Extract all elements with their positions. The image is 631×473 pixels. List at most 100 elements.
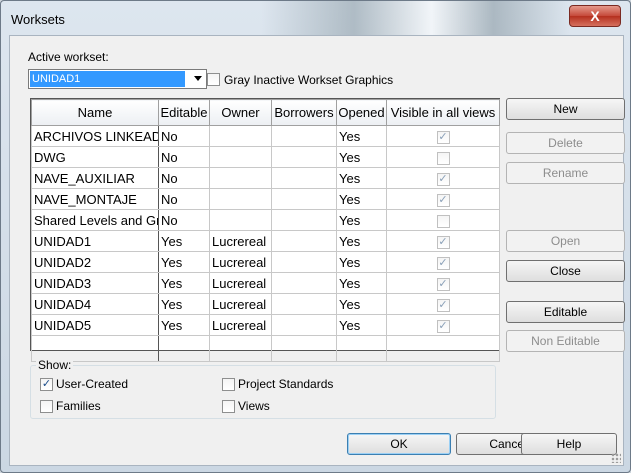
table-row[interactable]: UNIDAD3 Yes Lucrereal Yes ✓ — [31, 272, 500, 294]
visible-checkbox[interactable]: ✓ — [436, 298, 450, 312]
cell-borrowers[interactable] — [271, 272, 337, 294]
close-workset-button[interactable]: Close — [506, 260, 625, 282]
visible-checkbox[interactable]: ✓ — [436, 130, 450, 144]
cell-owner[interactable]: Lucrereal — [209, 293, 272, 315]
visible-checkbox[interactable]: ✓ — [436, 235, 450, 249]
delete-button[interactable]: Delete — [506, 132, 625, 154]
worksets-table: Name Editable Owner Borrowers Opened Vis… — [30, 98, 500, 362]
cell-name[interactable]: NAVE_AUXILIAR — [31, 167, 159, 189]
column-header-borrowers[interactable]: Borrowers — [271, 99, 337, 126]
cell-name[interactable]: NAVE_MONTAJE — [31, 188, 159, 210]
cell-editable[interactable]: No — [158, 125, 210, 147]
empty-cell — [271, 335, 337, 362]
cell-owner[interactable] — [209, 125, 272, 147]
table-row[interactable]: DWG No Yes — [31, 146, 500, 168]
cell-borrowers[interactable] — [271, 314, 337, 336]
cell-opened[interactable]: Yes — [336, 230, 387, 252]
table-header-row: Name Editable Owner Borrowers Opened Vis… — [31, 99, 500, 126]
cell-borrowers[interactable] — [271, 125, 337, 147]
cell-borrowers[interactable] — [271, 209, 337, 231]
table-row[interactable]: UNIDAD4 Yes Lucrereal Yes ✓ — [31, 293, 500, 315]
visible-checkbox[interactable] — [436, 151, 450, 165]
rename-button[interactable]: Rename — [506, 162, 625, 184]
active-workset-dropdown[interactable]: UNIDAD1 — [28, 69, 207, 89]
column-header-name[interactable]: Name — [31, 99, 159, 126]
table-row[interactable]: ARCHIVOS LINKEADO No Yes ✓ — [31, 125, 500, 147]
cell-editable[interactable]: No — [158, 188, 210, 210]
visible-checkbox[interactable] — [436, 214, 450, 228]
cell-borrowers[interactable] — [271, 230, 337, 252]
visible-checkbox[interactable]: ✓ — [436, 277, 450, 291]
table-row[interactable]: UNIDAD1 Yes Lucrereal Yes ✓ — [31, 230, 500, 252]
cell-owner[interactable]: Lucrereal — [209, 230, 272, 252]
cell-name[interactable]: ARCHIVOS LINKEADO — [31, 125, 159, 147]
cell-name[interactable]: UNIDAD5 — [31, 314, 159, 336]
cell-opened[interactable]: Yes — [336, 167, 387, 189]
cell-name[interactable]: UNIDAD1 — [31, 230, 159, 252]
cell-owner[interactable]: Lucrereal — [209, 314, 272, 336]
visible-checkbox[interactable]: ✓ — [436, 256, 450, 270]
cell-opened[interactable]: Yes — [336, 314, 387, 336]
active-workset-label: Active workset: — [28, 50, 109, 64]
views-checkbox[interactable] — [222, 400, 235, 413]
cell-name[interactable]: DWG — [31, 146, 159, 168]
cell-name[interactable]: UNIDAD3 — [31, 272, 159, 294]
table-row[interactable]: NAVE_AUXILIAR No Yes ✓ — [31, 167, 500, 189]
cell-editable[interactable]: No — [158, 146, 210, 168]
open-button[interactable]: Open — [506, 230, 625, 252]
families-checkbox[interactable] — [40, 400, 53, 413]
table-row[interactable]: UNIDAD5 Yes Lucrereal Yes ✓ — [31, 314, 500, 336]
table-row[interactable]: NAVE_MONTAJE No Yes ✓ — [31, 188, 500, 210]
visible-checkbox[interactable]: ✓ — [436, 172, 450, 186]
resize-grip[interactable] — [611, 453, 621, 463]
cell-editable[interactable]: Yes — [158, 293, 210, 315]
cell-borrowers[interactable] — [271, 167, 337, 189]
cell-name[interactable]: UNIDAD4 — [31, 293, 159, 315]
cell-owner[interactable] — [209, 188, 272, 210]
visible-checkbox[interactable]: ✓ — [436, 193, 450, 207]
cell-editable[interactable]: Yes — [158, 314, 210, 336]
cell-borrowers[interactable] — [271, 188, 337, 210]
cell-owner[interactable] — [209, 146, 272, 168]
column-header-opened[interactable]: Opened — [336, 99, 387, 126]
project-standards-checkbox[interactable] — [222, 378, 235, 391]
cell-opened[interactable]: Yes — [336, 251, 387, 273]
cell-owner[interactable]: Lucrereal — [209, 251, 272, 273]
cell-owner[interactable] — [209, 209, 272, 231]
cell-opened[interactable]: Yes — [336, 272, 387, 294]
cell-opened[interactable]: Yes — [336, 146, 387, 168]
editable-button[interactable]: Editable — [506, 301, 625, 323]
cell-opened[interactable]: Yes — [336, 209, 387, 231]
table-row[interactable]: UNIDAD2 Yes Lucrereal Yes ✓ — [31, 251, 500, 273]
cell-borrowers[interactable] — [271, 146, 337, 168]
cell-owner[interactable]: Lucrereal — [209, 272, 272, 294]
cell-name[interactable]: UNIDAD2 — [31, 251, 159, 273]
cell-visible: ✓ — [386, 272, 500, 294]
cell-name[interactable]: Shared Levels and Gri — [31, 209, 159, 231]
cell-borrowers[interactable] — [271, 251, 337, 273]
cell-opened[interactable]: Yes — [336, 188, 387, 210]
cell-editable[interactable]: Yes — [158, 272, 210, 294]
cell-opened[interactable]: Yes — [336, 293, 387, 315]
cell-editable[interactable]: Yes — [158, 251, 210, 273]
column-header-editable[interactable]: Editable — [158, 99, 210, 126]
close-button[interactable]: X — [569, 5, 621, 27]
visible-checkbox[interactable]: ✓ — [436, 319, 450, 333]
new-button[interactable]: New — [506, 98, 625, 120]
cell-editable[interactable]: No — [158, 167, 210, 189]
cell-owner[interactable] — [209, 167, 272, 189]
cell-editable[interactable]: Yes — [158, 230, 210, 252]
cell-visible — [386, 146, 500, 168]
non-editable-button[interactable]: Non Editable — [506, 330, 625, 352]
help-button[interactable]: Help — [521, 433, 617, 455]
table-row[interactable]: Shared Levels and Gri No Yes — [31, 209, 500, 231]
gray-inactive-checkbox[interactable] — [207, 73, 220, 86]
column-header-visible[interactable]: Visible in all views — [386, 99, 500, 126]
cell-editable[interactable]: No — [158, 209, 210, 231]
cell-opened[interactable]: Yes — [336, 125, 387, 147]
cell-borrowers[interactable] — [271, 293, 337, 315]
user-created-checkbox[interactable]: ✓ — [40, 378, 53, 391]
column-header-owner[interactable]: Owner — [209, 99, 272, 126]
ok-button[interactable]: OK — [347, 433, 451, 455]
chevron-down-icon[interactable] — [194, 76, 202, 81]
